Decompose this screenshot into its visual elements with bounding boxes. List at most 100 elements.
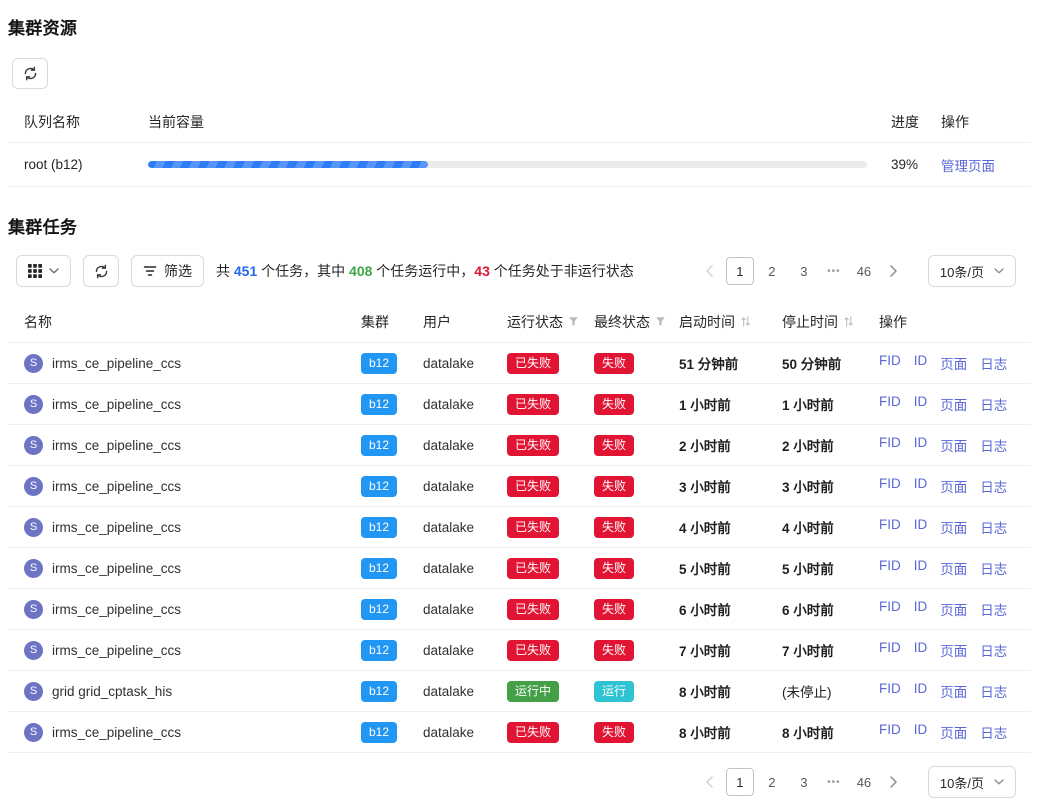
task-action-page-link[interactable]: 页面 (940, 517, 967, 537)
capacity-cell (148, 161, 867, 168)
page-size-select[interactable]: 10条/页 (928, 766, 1016, 798)
prev-page-button[interactable] (698, 258, 722, 284)
task-action-page-link[interactable]: 页面 (940, 558, 967, 578)
task-name-cell: S irms_ce_pipeline_ccs (24, 477, 361, 496)
task-action-fid-link[interactable]: FID (879, 517, 901, 537)
refresh-resources-button[interactable] (12, 58, 48, 89)
sort-icon[interactable] (843, 315, 854, 328)
task-stop-time: 4 小时前 (782, 517, 879, 537)
column-header-progress: 进度 (867, 112, 929, 132)
page-number[interactable]: 2 (758, 257, 786, 285)
task-action-log-link[interactable]: 日志 (980, 394, 1007, 414)
page-ellipsis[interactable]: ••• (822, 266, 846, 277)
task-action-log-link[interactable]: 日志 (980, 681, 1007, 701)
task-action-id-link[interactable]: ID (914, 681, 928, 701)
column-header-cluster: 集群 (361, 312, 423, 332)
task-action-page-link[interactable]: 页面 (940, 681, 967, 701)
refresh-tasks-button[interactable] (83, 255, 119, 287)
task-action-page-link[interactable]: 页面 (940, 435, 967, 455)
table-row: S irms_ce_pipeline_ccs b12 datalake 已失败 … (8, 507, 1031, 548)
task-action-log-link[interactable]: 日志 (980, 435, 1007, 455)
chevron-down-icon (994, 268, 1004, 274)
page-number[interactable]: 2 (758, 768, 786, 796)
task-action-log-link[interactable]: 日志 (980, 476, 1007, 496)
task-action-fid-link[interactable]: FID (879, 394, 901, 414)
column-header-stop-time: 停止时间 (782, 312, 879, 332)
task-action-page-link[interactable]: 页面 (940, 394, 967, 414)
task-action-fid-link[interactable]: FID (879, 599, 901, 619)
task-action-fid-link[interactable]: FID (879, 722, 901, 742)
page-number[interactable]: 46 (850, 768, 878, 796)
task-action-id-link[interactable]: ID (914, 353, 928, 373)
queue-progress-percent: 39% (867, 157, 929, 172)
page-number[interactable]: 46 (850, 257, 878, 285)
task-action-fid-link[interactable]: FID (879, 435, 901, 455)
task-stop-time: 2 小时前 (782, 435, 879, 455)
sort-icon[interactable] (740, 315, 751, 328)
refresh-icon (23, 66, 38, 81)
filter-button[interactable]: 筛选 (131, 255, 204, 287)
task-action-id-link[interactable]: ID (914, 476, 928, 496)
task-avatar: S (24, 600, 43, 619)
task-start-time: 5 小时前 (679, 558, 782, 578)
task-action-fid-link[interactable]: FID (879, 640, 901, 660)
task-action-id-link[interactable]: ID (914, 517, 928, 537)
task-action-id-link[interactable]: ID (914, 722, 928, 742)
task-action-log-link[interactable]: 日志 (980, 353, 1007, 373)
column-header-label: 集群 (361, 312, 389, 332)
task-action-id-link[interactable]: ID (914, 599, 928, 619)
task-action-fid-link[interactable]: FID (879, 353, 901, 373)
task-action-id-link[interactable]: ID (914, 435, 928, 455)
final-status-badge: 失败 (594, 394, 634, 415)
task-table: 名称 集群 用户 运行状态 最终状态 启动时间 (8, 301, 1031, 753)
task-action-page-link[interactable]: 页面 (940, 722, 967, 742)
task-action-log-link[interactable]: 日志 (980, 558, 1007, 578)
summary-count-running: 408 (349, 263, 372, 279)
next-page-button[interactable] (882, 258, 906, 284)
task-action-page-link[interactable]: 页面 (940, 353, 967, 373)
task-action-id-link[interactable]: ID (914, 558, 928, 578)
task-name: irms_ce_pipeline_ccs (52, 479, 181, 494)
manage-page-link[interactable]: 管理页面 (941, 159, 995, 174)
column-header-run-status: 运行状态 (507, 312, 594, 332)
column-header-label: 最终状态 (594, 312, 650, 332)
next-page-button[interactable] (882, 769, 906, 795)
task-action-page-link[interactable]: 页面 (940, 476, 967, 496)
prev-page-button[interactable] (698, 769, 722, 795)
task-start-time: 3 小时前 (679, 476, 782, 496)
task-action-log-link[interactable]: 日志 (980, 517, 1007, 537)
page-number-active[interactable]: 1 (726, 257, 754, 285)
task-name: irms_ce_pipeline_ccs (52, 602, 181, 617)
page-size-label: 10条/页 (940, 773, 984, 792)
task-name: irms_ce_pipeline_ccs (52, 725, 181, 740)
task-action-fid-link[interactable]: FID (879, 476, 901, 496)
task-name-cell: S irms_ce_pipeline_ccs (24, 354, 361, 373)
task-table-body: S irms_ce_pipeline_ccs b12 datalake 已失败 … (8, 343, 1031, 753)
task-action-id-link[interactable]: ID (914, 640, 928, 660)
view-settings-button[interactable] (16, 255, 71, 287)
page-number[interactable]: 3 (790, 768, 818, 796)
task-action-page-link[interactable]: 页面 (940, 640, 967, 660)
page-number-active[interactable]: 1 (726, 768, 754, 796)
filter-funnel-icon[interactable] (655, 316, 666, 327)
chevron-down-icon (49, 268, 59, 274)
task-actions: FID ID 页面日志 (879, 476, 1015, 496)
filter-funnel-icon[interactable] (568, 316, 579, 327)
task-action-page-link[interactable]: 页面 (940, 599, 967, 619)
task-action-log-link[interactable]: 日志 (980, 640, 1007, 660)
summary-count-failed: 43 (474, 263, 490, 279)
run-status-badge: 已失败 (507, 640, 559, 661)
task-avatar: S (24, 723, 43, 742)
page-number[interactable]: 3 (790, 257, 818, 285)
task-name: grid grid_cptask_his (52, 684, 172, 699)
task-action-log-link[interactable]: 日志 (980, 722, 1007, 742)
page: 集群资源 队列名称 当前容量 进度 操作 root (b12) 39% (0, 0, 1039, 798)
task-action-fid-link[interactable]: FID (879, 681, 901, 701)
task-action-log-link[interactable]: 日志 (980, 599, 1007, 619)
column-header-label: 停止时间 (782, 312, 838, 332)
task-action-id-link[interactable]: ID (914, 394, 928, 414)
page-size-select[interactable]: 10条/页 (928, 255, 1016, 287)
task-cluster-badge: b12 (361, 640, 397, 661)
task-action-fid-link[interactable]: FID (879, 558, 901, 578)
page-ellipsis[interactable]: ••• (822, 777, 846, 788)
